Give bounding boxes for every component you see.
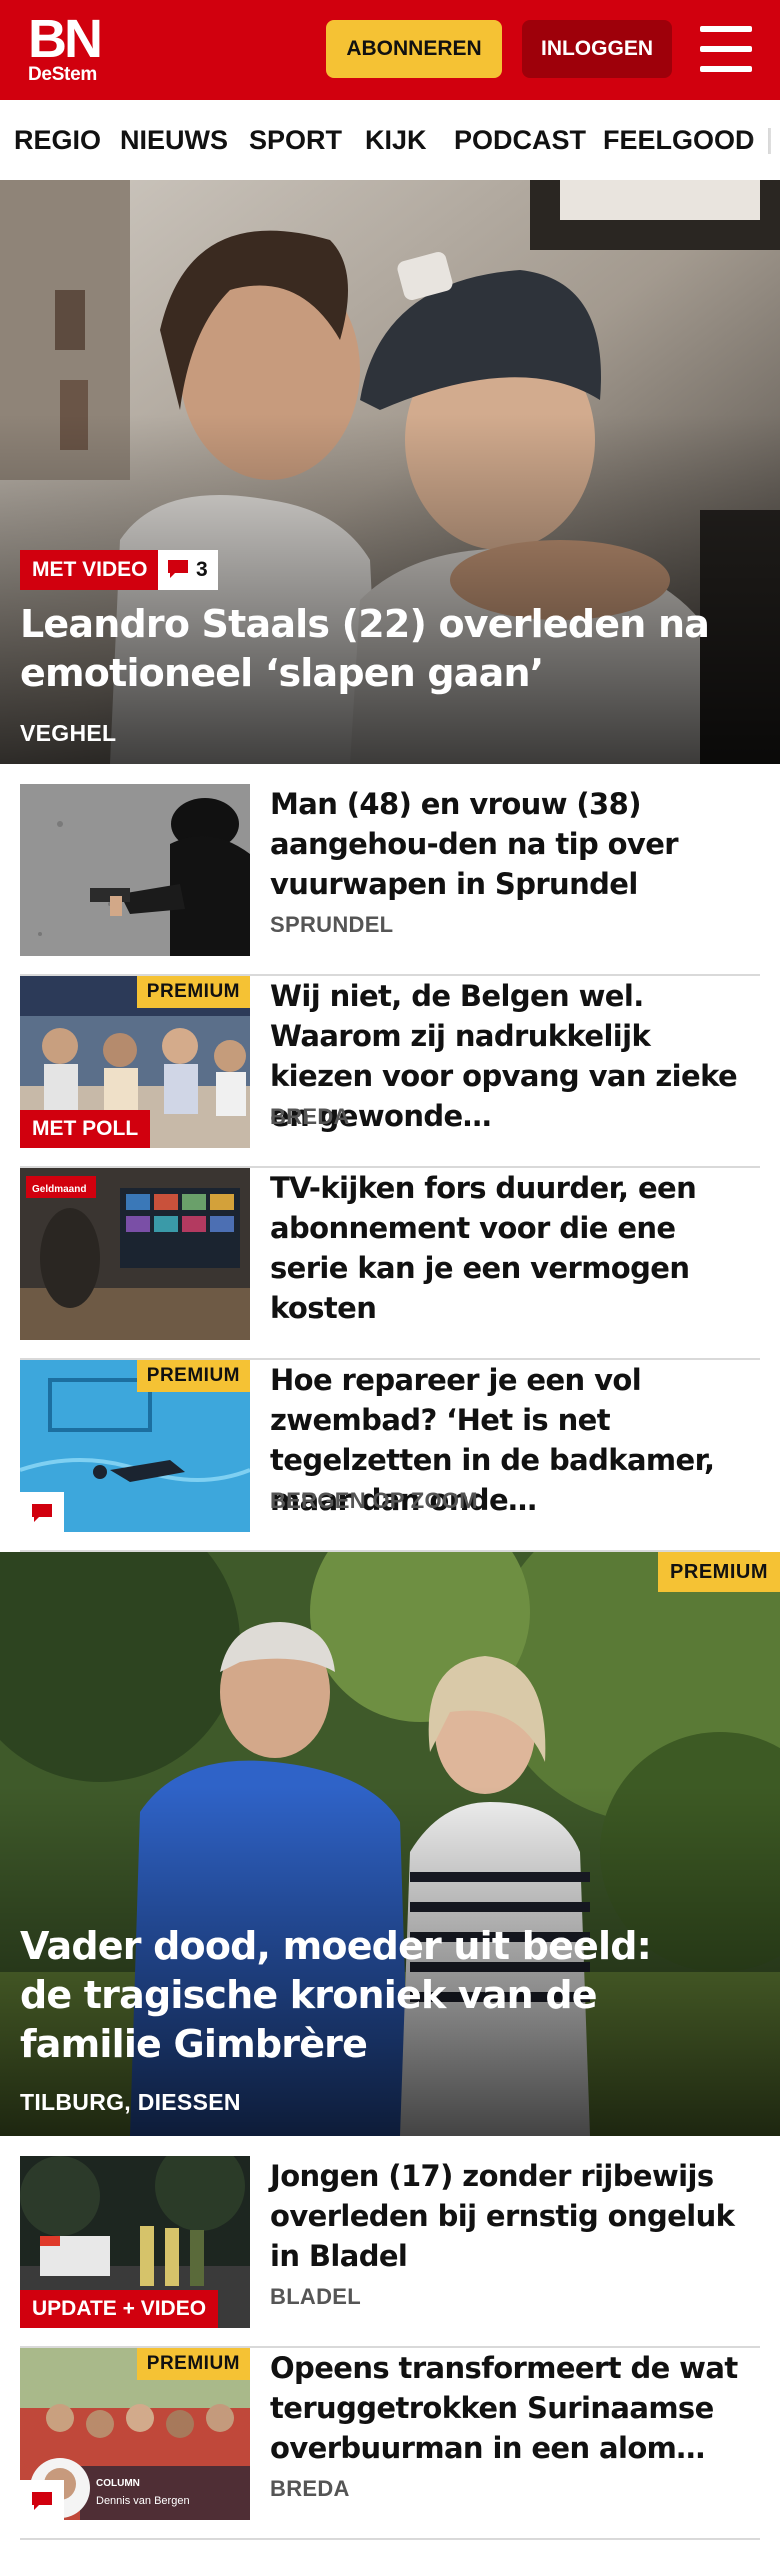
nav-item-sport[interactable]: SPORT: [249, 100, 342, 180]
article-thumbnail: PREMIUM MET POLL: [20, 976, 250, 1148]
comment-badge[interactable]: [20, 2480, 64, 2520]
logo-main: BN: [28, 9, 103, 69]
article-title[interactable]: Jongen (17) zonder rijbewijs overleden b…: [270, 2156, 760, 2276]
article-location: SPRUNDEL: [270, 912, 394, 937]
list-item[interactable]: PREMIUM Hoe repareer je een vol zwembad?…: [20, 1360, 760, 1552]
article-location: BREDA: [270, 1104, 350, 1129]
column-label: COLUMN: [96, 2478, 140, 2489]
video-tag: MET VIDEO: [20, 550, 160, 590]
section-nav: REGIO NIEUWS SPORT KIJK PODCAST FEELGOOD: [0, 100, 780, 180]
comment-badge[interactable]: [20, 1492, 64, 1532]
article-title[interactable]: Opeens transformeert de wat teruggetrokk…: [270, 2348, 760, 2468]
article-thumbnail: [20, 784, 250, 956]
article-thumbnail: COLUMN Dennis van Bergen PREMIUM: [20, 2348, 250, 2520]
nav-item-feelgood[interactable]: FEELGOOD: [603, 100, 755, 180]
poll-tag: MET POLL: [20, 1110, 151, 1148]
list-item[interactable]: Geldmaand TV-kijken fors duurder, een ab…: [20, 1168, 760, 1360]
hero-location-2: TILBURG, DIESSEN: [20, 2089, 241, 2115]
thumbnail-tv-image: Geldmaand: [20, 1168, 250, 1340]
login-button[interactable]: INLOGGEN: [522, 20, 672, 78]
article-thumbnail: PREMIUM: [20, 1360, 250, 1532]
article-title[interactable]: TV-kijken fors duurder, een abonnement v…: [270, 1168, 760, 1328]
article-title[interactable]: Man (48) en vrouw (38) aangehou-den na t…: [270, 784, 760, 904]
hero-title-2[interactable]: Vader dood, moeder uit beeld: de tragisc…: [20, 1922, 700, 2069]
site-header: BN DeStem ABONNEREN INLOGGEN: [0, 0, 780, 100]
comment-icon: [168, 560, 188, 578]
update-video-tag: UPDATE + VIDEO: [20, 2290, 219, 2328]
comment-icon: [32, 2492, 52, 2510]
thumbnail-label: Geldmaand: [32, 1184, 86, 1195]
premium-badge: PREMIUM: [136, 2348, 250, 2380]
article-location: BLADEL: [270, 2284, 362, 2309]
logo-sub: DeStem: [28, 64, 97, 85]
list-item[interactable]: PREMIUM MET POLL Wij niet, de Belgen wel…: [20, 976, 760, 1168]
nav-fade: [750, 100, 780, 180]
nav-item-regio[interactable]: REGIO: [14, 100, 101, 180]
comment-icon: [32, 1504, 52, 1522]
subscribe-button[interactable]: ABONNEREN: [326, 20, 502, 78]
list-item[interactable]: UPDATE + VIDEO Jongen (17) zonder rijbew…: [20, 2156, 760, 2348]
premium-badge: PREMIUM: [136, 976, 250, 1008]
article-location: BREDA: [270, 2476, 350, 2501]
thumbnail-gun-image: [20, 784, 250, 956]
article-thumbnail: Geldmaand: [20, 1168, 250, 1340]
article-thumbnail: UPDATE + VIDEO: [20, 2156, 250, 2328]
comment-count: 3: [196, 558, 208, 581]
premium-badge: PREMIUM: [136, 1360, 250, 1392]
hero-location-1: VEGHEL: [20, 720, 117, 746]
list-item[interactable]: COLUMN Dennis van Bergen PREMIUM Opeens …: [20, 2348, 760, 2540]
hero-article-2[interactable]: PREMIUM Vader dood, moeder uit beeld: de…: [0, 1552, 780, 2136]
comment-badge[interactable]: 3: [158, 550, 218, 590]
column-author: Dennis van Bergen: [96, 2495, 190, 2507]
nav-item-podcast[interactable]: PODCAST: [454, 100, 586, 180]
nav-item-nieuws[interactable]: NIEUWS: [120, 100, 228, 180]
site-logo[interactable]: BN DeStem: [28, 9, 114, 90]
nav-item-kijk[interactable]: KIJK: [365, 100, 427, 180]
hero-title-1[interactable]: Leandro Staals (22) overleden na emotion…: [20, 600, 740, 698]
list-item[interactable]: Man (48) en vrouw (38) aangehou-den na t…: [20, 784, 760, 976]
hero-article-1[interactable]: MET VIDEO 3 Leandro Staals (22) overlede…: [0, 180, 780, 764]
premium-badge: PREMIUM: [658, 1552, 780, 1592]
hamburger-menu-icon[interactable]: [696, 22, 756, 76]
article-location: BERGEN OP ZOOM: [270, 1488, 478, 1513]
